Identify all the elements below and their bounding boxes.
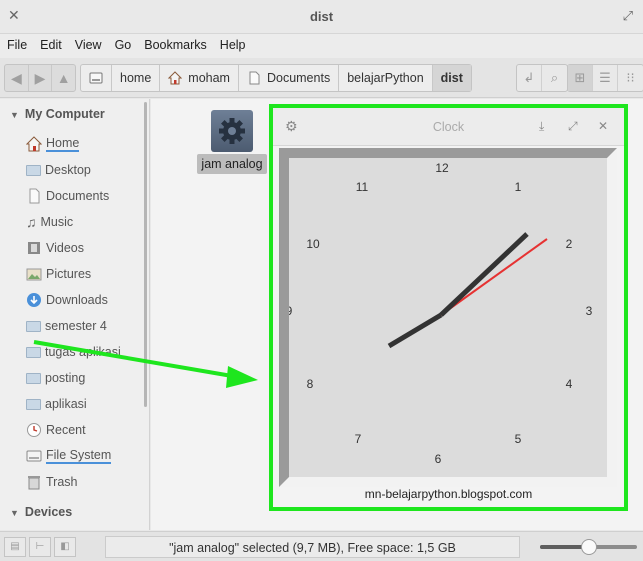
close-icon[interactable]: ✕ [598, 119, 608, 133]
clock-number-8: 8 [307, 377, 314, 391]
clock-face: 12 1 2 3 4 5 6 7 8 9 10 11 [279, 148, 617, 487]
hide-sidebar-icon[interactable]: ◧ [54, 537, 76, 557]
clock-number-1: 1 [515, 180, 522, 194]
clock-number-2: 2 [566, 237, 573, 251]
zoom-slider[interactable] [540, 539, 637, 555]
second-hand [440, 238, 548, 316]
status-text: "jam analog" selected (9,7 MB), Free spa… [105, 536, 520, 558]
tree-icon[interactable]: ⊢ [29, 537, 51, 557]
hour-hand [387, 312, 443, 349]
clock-number-10: 10 [306, 237, 320, 251]
clock-number-9: 9 [289, 304, 293, 318]
minimize-icon[interactable]: ⤓ [539, 119, 544, 134]
clock-number-3: 3 [586, 304, 593, 318]
clock-number-11: 11 [356, 180, 369, 194]
maximize-icon[interactable]: ⤢ [568, 119, 578, 134]
sidebar-toggle-buttons: ▤ ⊢ ◧ [4, 537, 79, 557]
places-icon[interactable]: ▤ [4, 537, 26, 557]
zoom-slider-knob[interactable] [580, 539, 597, 555]
analog-clock: 12 1 2 3 4 5 6 7 8 9 10 11 [286, 161, 593, 466]
clock-number-5: 5 [515, 432, 522, 446]
clock-window: ⚙ Clock ⤓ ⤢ ✕ 12 1 2 3 4 5 6 7 8 9 10 11 [269, 104, 628, 511]
minute-hand [439, 232, 529, 317]
clock-number-12: 12 [435, 161, 449, 175]
clock-number-4: 4 [566, 377, 573, 391]
clock-number-7: 7 [355, 432, 362, 446]
status-bar: ▤ ⊢ ◧ "jam analog" selected (9,7 MB), Fr… [0, 531, 643, 561]
clock-footer-text: mn-belajarpython.blogspot.com [364, 487, 533, 501]
clock-title-bar: ⚙ Clock ⤓ ⤢ ✕ [273, 108, 624, 146]
clock-number-6: 6 [435, 452, 442, 466]
